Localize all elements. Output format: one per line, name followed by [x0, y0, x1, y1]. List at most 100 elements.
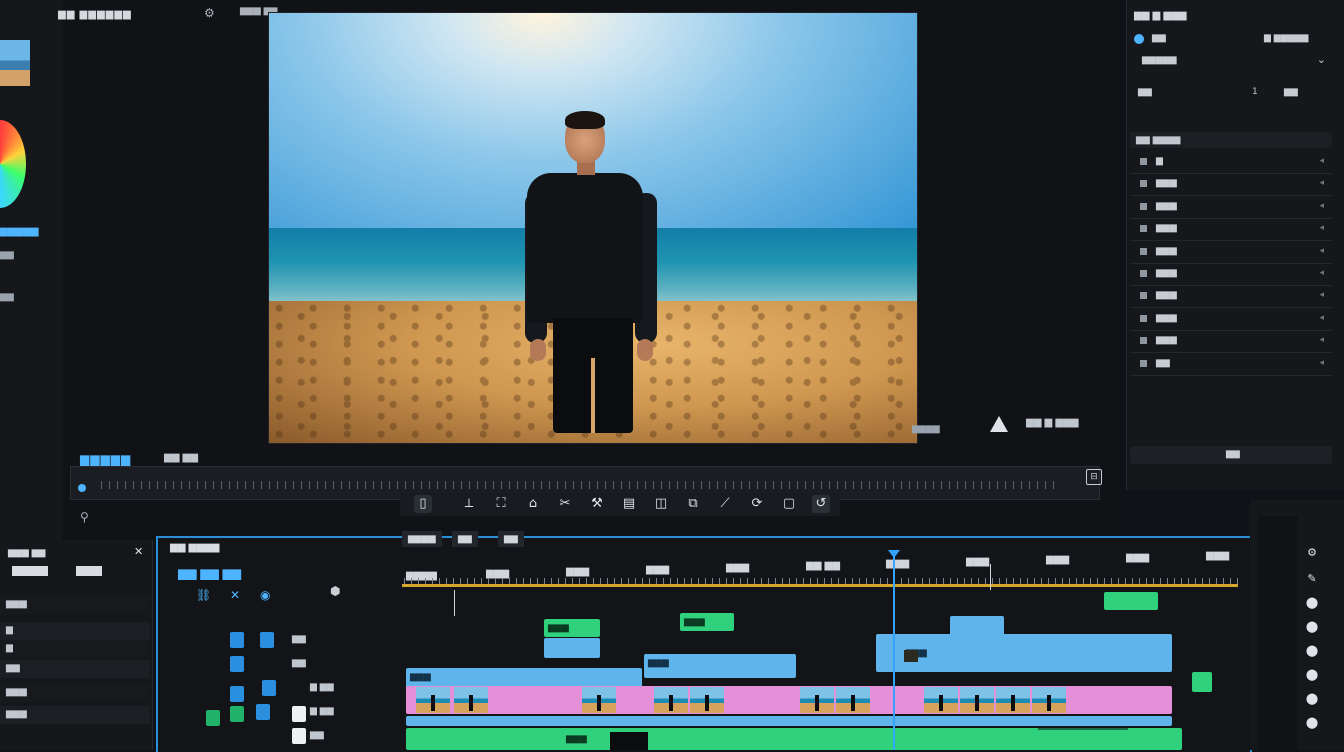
track-toggle[interactable]: [230, 632, 244, 648]
inspector-row[interactable]: ▆▆ ▆ ▆▆▆▆▆: [1134, 30, 1330, 50]
timeline-playhead[interactable]: [893, 552, 895, 750]
track-toggle[interactable]: [260, 632, 274, 648]
inspector-row[interactable]: ▆▆▆▆▆ ⌄: [1134, 52, 1330, 72]
inspector-item[interactable]: ▆▆▆ ◂: [1130, 264, 1332, 286]
timeline-clip[interactable]: ▆▆▆: [406, 728, 1182, 750]
timeline-tools[interactable]: ▆▆ ▆▆ ▆▆: [178, 566, 241, 580]
transport-button[interactable]: ⟂: [460, 495, 478, 513]
keyframe-icon[interactable]: ◂: [1319, 178, 1324, 188]
inspector-item[interactable]: ▆▆▆ ◂: [1130, 219, 1332, 242]
project-row[interactable]: ▆▆▆: [0, 684, 150, 702]
track-toggle[interactable]: [292, 706, 306, 722]
timeline-clip[interactable]: [544, 638, 600, 658]
inspector-slider[interactable]: ▆▆: [1130, 446, 1332, 464]
inspector-item[interactable]: ▆▆▆ ◂: [1130, 197, 1332, 219]
track-toggle[interactable]: [292, 728, 306, 744]
settings-icon[interactable]: ⚙: [204, 6, 215, 20]
sequence-tab[interactable]: ▆▆▆▆: [402, 531, 442, 547]
chevron-down-icon[interactable]: ⌄: [1317, 53, 1326, 66]
timeline-clip[interactable]: ▆▆▆: [544, 619, 600, 637]
close-icon[interactable]: ✕: [230, 588, 240, 602]
project-row[interactable]: ▆: [0, 640, 150, 658]
project-row[interactable]: ▆▆: [0, 660, 150, 678]
close-icon[interactable]: ✕: [134, 545, 143, 558]
transport-button[interactable]: ◫: [652, 495, 670, 513]
field-box[interactable]: [76, 566, 102, 576]
snap-icon[interactable]: ◉: [260, 588, 270, 602]
keyframe-icon[interactable]: ◂: [1319, 268, 1324, 278]
checkbox[interactable]: [1140, 247, 1147, 255]
keyframe-icon[interactable]: ◂: [1319, 223, 1324, 233]
keyframe-icon[interactable]: ◂: [1319, 290, 1324, 300]
link-icon[interactable]: ⛓: [196, 588, 211, 602]
work-area-bar[interactable]: [402, 584, 1238, 587]
inspector-row[interactable]: ▆▆ 1 ▆▆: [1134, 84, 1330, 104]
checkbox[interactable]: [1140, 158, 1147, 165]
tool-icon[interactable]: ✎: [1304, 572, 1320, 588]
timeline-clip[interactable]: [406, 716, 1172, 726]
media-thumbnail[interactable]: [0, 40, 30, 86]
keyframe-icon[interactable]: ◂: [1319, 246, 1324, 256]
video-preview[interactable]: [268, 12, 918, 444]
keyframe-icon[interactable]: ◂: [1319, 335, 1324, 345]
project-row[interactable]: ▆▆▆: [0, 596, 150, 614]
transport-button[interactable]: ⚒: [588, 495, 606, 513]
checkbox[interactable]: [1140, 292, 1147, 300]
track-toggle[interactable]: [230, 656, 244, 672]
marker-icon[interactable]: ⬢: [330, 584, 340, 598]
keyframe-icon[interactable]: ◂: [1319, 358, 1324, 368]
tool-icon[interactable]: ⬤: [1304, 668, 1320, 684]
inspector-item[interactable]: ▆▆▆ ◂: [1130, 174, 1332, 197]
project-row[interactable]: ▆: [0, 622, 150, 640]
tool-icon[interactable]: ⬤: [1304, 644, 1320, 660]
checkbox[interactable]: [1140, 270, 1147, 277]
tool-icon[interactable]: ⬤: [1304, 620, 1320, 636]
track-toggle[interactable]: [230, 706, 244, 722]
transport-button[interactable]: ⧉: [684, 495, 702, 513]
field-box[interactable]: [12, 566, 48, 576]
inspector-item[interactable]: ▆▆▆ ◂: [1130, 309, 1332, 331]
tool-icon[interactable]: ⬤: [1304, 596, 1320, 612]
playhead-handle[interactable]: [888, 550, 900, 558]
keyframe-icon[interactable]: ◂: [1319, 313, 1324, 323]
transport-button[interactable]: ▤: [620, 495, 638, 513]
track-toggle[interactable]: [262, 680, 276, 696]
transport-button[interactable]: ⟳: [748, 495, 766, 513]
export-frame-icon[interactable]: ⊟: [1086, 469, 1102, 485]
track-toggle[interactable]: [256, 704, 270, 720]
checkbox[interactable]: [1140, 202, 1147, 210]
project-row[interactable]: ▆▆▆: [0, 706, 150, 724]
timeline-clip[interactable]: ▆▆▆: [680, 613, 734, 631]
track-toggle[interactable]: [230, 686, 244, 702]
tool-icon[interactable]: ⬤: [1304, 716, 1320, 732]
timeline-clip[interactable]: [1104, 592, 1158, 610]
inspector-item[interactable]: ▆▆ ◂: [1130, 354, 1332, 376]
sequence-tab[interactable]: ▆▆: [452, 531, 478, 547]
transport-button[interactable]: ⟋: [716, 495, 734, 513]
transport-button[interactable]: ▢: [780, 495, 798, 513]
inspector-item[interactable]: ▆▆▆ ◂: [1130, 242, 1332, 264]
inspector-item[interactable]: ▆▆▆ ◂: [1130, 331, 1332, 354]
checkbox[interactable]: [1140, 359, 1147, 367]
scrubber-playhead[interactable]: [78, 484, 86, 492]
hand-tool-icon[interactable]: ⚲: [80, 510, 89, 524]
checkbox[interactable]: [1140, 225, 1147, 233]
checkbox[interactable]: [1140, 314, 1147, 322]
transport-button[interactable]: ⌂: [524, 495, 542, 513]
tool-icon[interactable]: ⚙: [1304, 546, 1320, 562]
tool-icon[interactable]: ⬤: [1304, 692, 1320, 708]
track-toggle[interactable]: [206, 710, 220, 726]
in-marker[interactable]: [454, 590, 455, 616]
keyframe-icon[interactable]: ◂: [1319, 156, 1324, 166]
timeline-clip[interactable]: [406, 686, 1172, 714]
checkbox[interactable]: [1140, 337, 1147, 345]
transport-button[interactable]: ↺: [812, 495, 830, 513]
checkbox[interactable]: [1140, 180, 1147, 188]
transport-button[interactable]: ▯: [414, 495, 432, 513]
sequence-tab[interactable]: ▆▆: [498, 531, 524, 547]
timeline-clip[interactable]: ▆▆▆: [876, 634, 1172, 672]
inspector-item[interactable]: ▆▆▆ ◂: [1130, 286, 1332, 309]
inspector-item[interactable]: ▆ ◂: [1130, 152, 1332, 174]
timeline-clip[interactable]: ▆▆▆: [644, 654, 796, 678]
keyframe-icon[interactable]: ◂: [1319, 201, 1324, 211]
